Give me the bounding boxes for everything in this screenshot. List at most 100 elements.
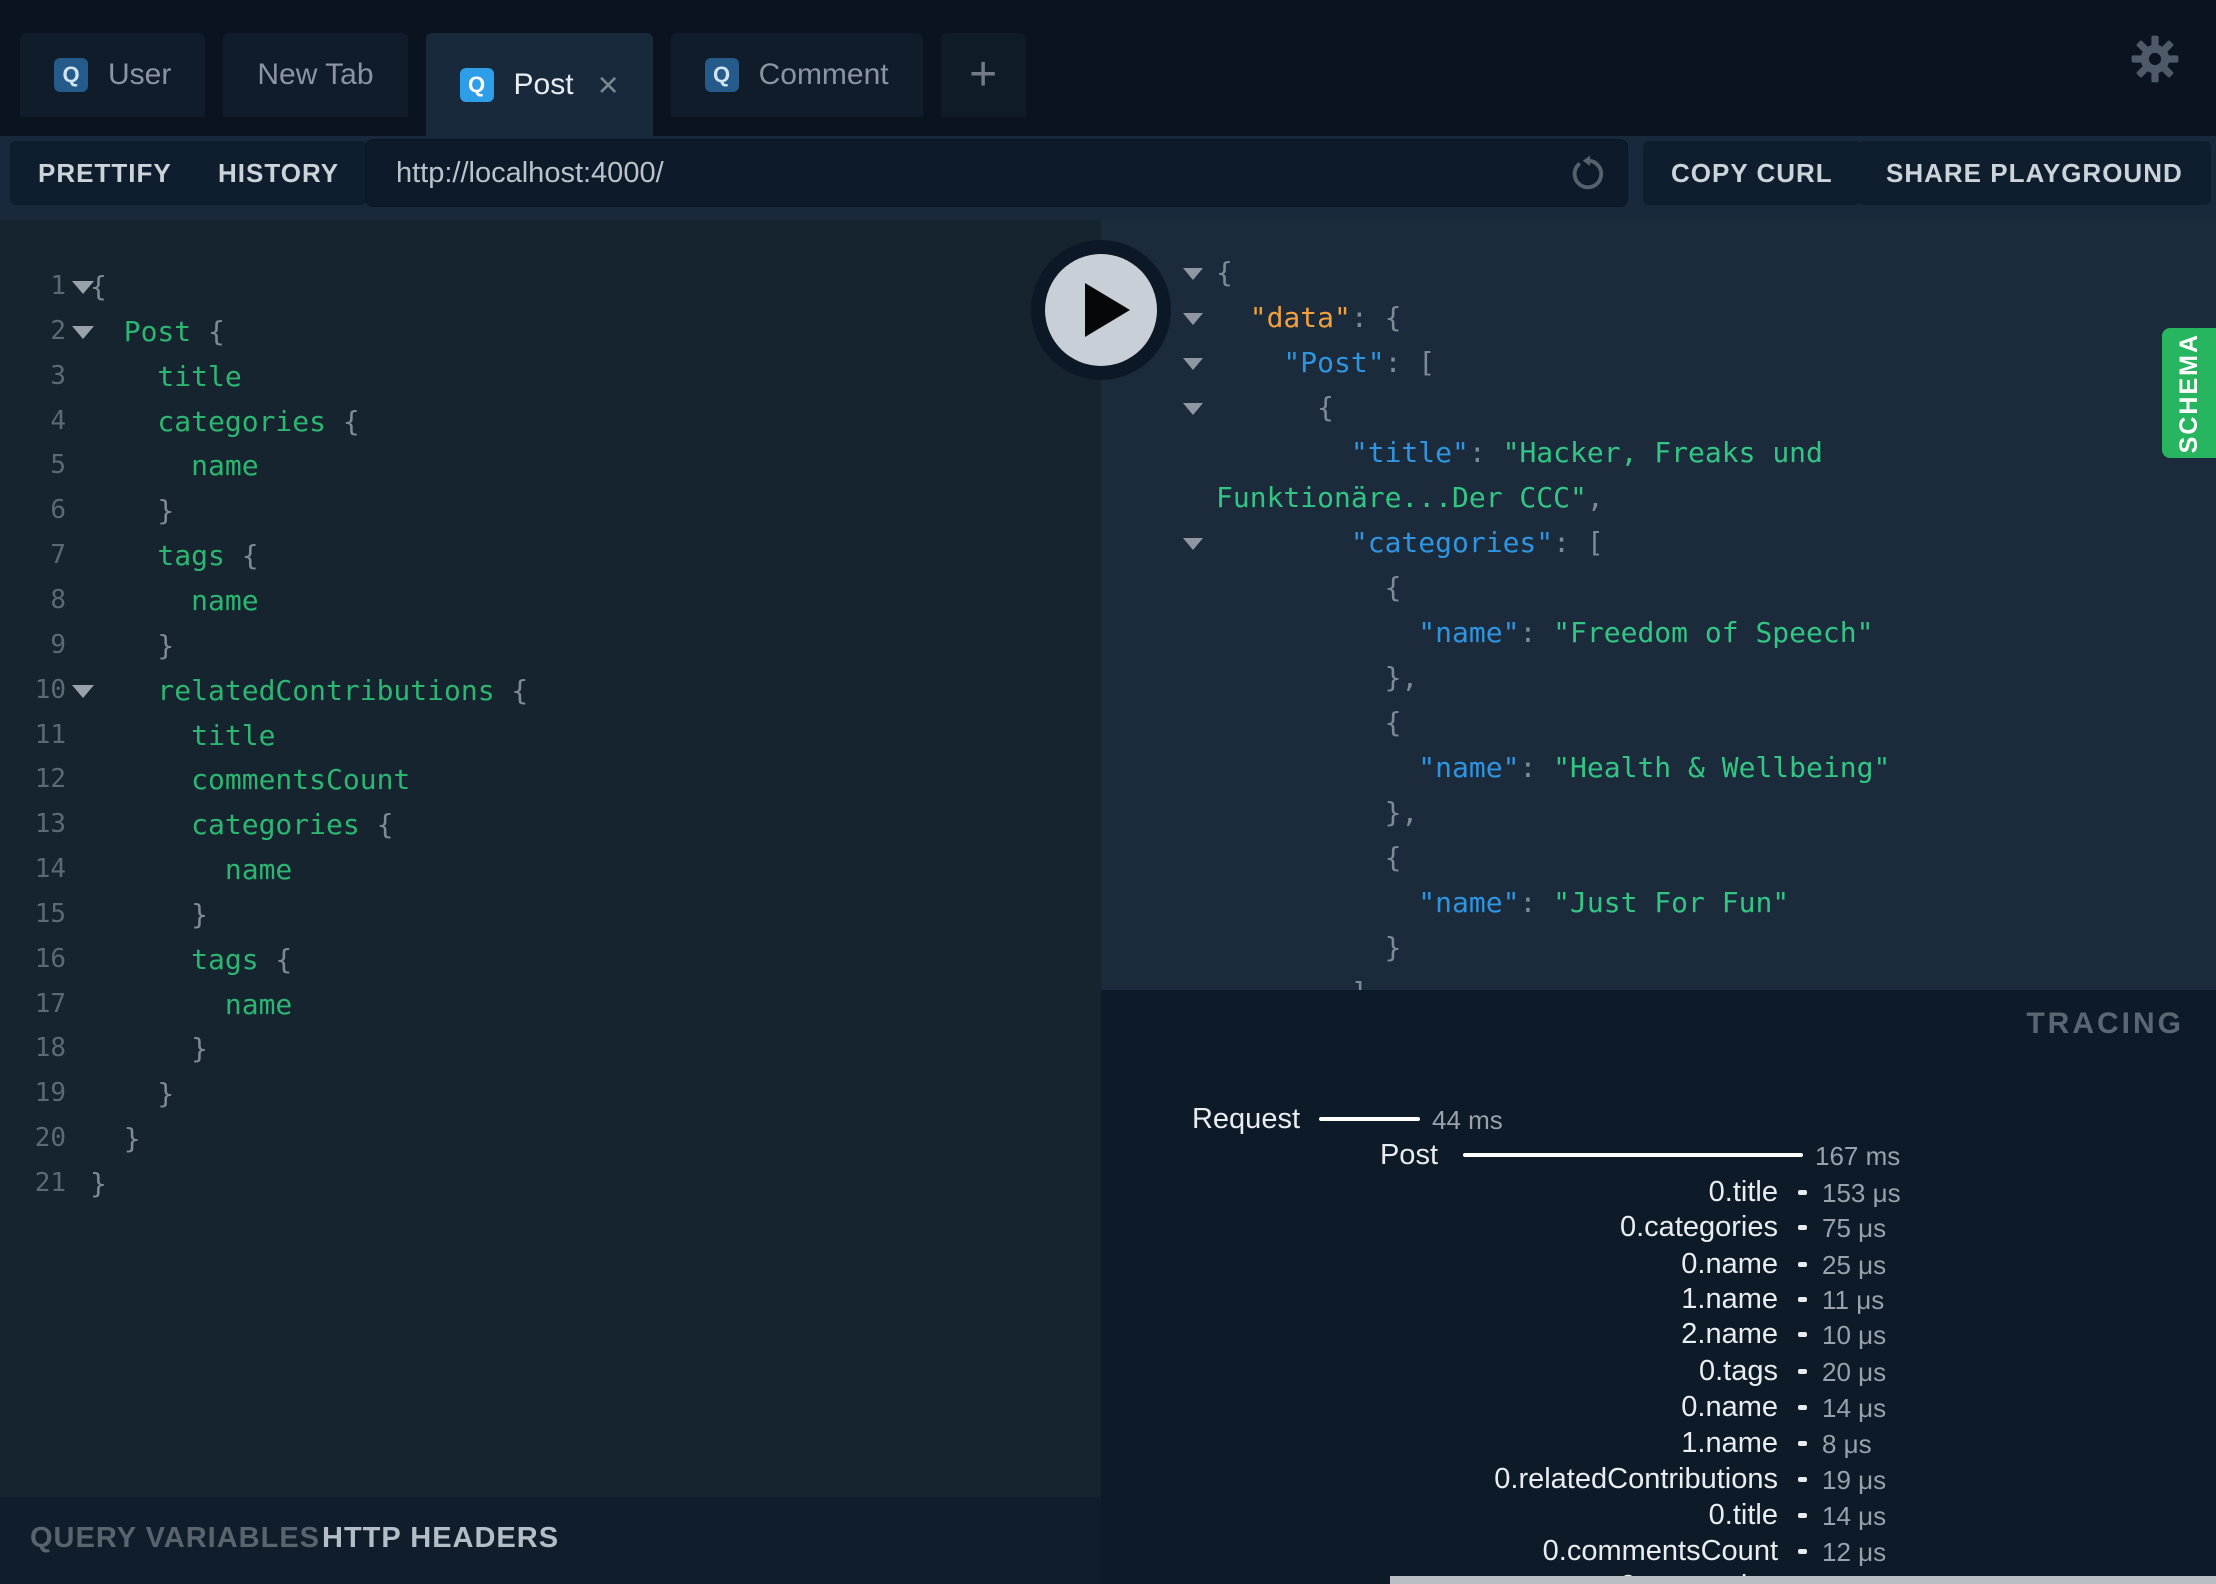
trace-duration-dash xyxy=(1798,1513,1807,1518)
endpoint-url-input[interactable] xyxy=(366,140,1627,206)
editor-line-21: 21} xyxy=(0,1161,1101,1206)
trace-label: 0.name xyxy=(1681,1391,1778,1423)
trace-label: Request xyxy=(1191,1103,1300,1135)
editor-line-2: 2 Post { xyxy=(0,309,1101,354)
code-token: } xyxy=(90,1122,141,1156)
code-token: "categories" xyxy=(1216,526,1554,559)
code-token: { xyxy=(90,270,107,303)
code-token: { xyxy=(258,942,293,976)
trace-value: 12 μs xyxy=(1822,1537,1887,1567)
editor-line-15: 15 } xyxy=(0,892,1101,937)
code-text: name xyxy=(90,982,292,1027)
tab-comment[interactable]: Q Comment xyxy=(670,33,923,117)
code-text: }, xyxy=(1216,790,1419,835)
code-text: Funktionäre...Der CCC", xyxy=(1216,475,1604,520)
code-token: "name" xyxy=(1216,886,1520,919)
line-number: 1 xyxy=(50,271,66,301)
query-badge: Q xyxy=(54,58,88,92)
trace-duration-dash xyxy=(1798,1441,1807,1446)
trace-value: 11 μs xyxy=(1822,1285,1885,1315)
fold-arrow-icon[interactable] xyxy=(1183,403,1203,415)
tab-post[interactable]: Q Post × xyxy=(425,33,653,136)
new-tab-button[interactable]: + xyxy=(940,33,1026,117)
share-playground-button[interactable]: SHARE PLAYGROUND xyxy=(1858,141,2211,205)
editor-line-20: 20 } xyxy=(0,1116,1101,1161)
editor-line-9: 9 } xyxy=(0,623,1101,668)
tab-user[interactable]: Q User xyxy=(20,33,206,117)
editor-line-19: 19 } xyxy=(0,1071,1101,1116)
schema-side-tab[interactable]: SCHEMA xyxy=(2162,328,2216,458)
copy-curl-button[interactable]: COPY CURL xyxy=(1643,141,1861,205)
schema-side-tab-label: SCHEMA xyxy=(2174,332,2203,454)
code-token: { xyxy=(224,539,259,573)
graphql-playground-window: Q User New Tab Q Post × Q Comment + PRETTIFY xyxy=(0,0,2216,1584)
line-number: 13 xyxy=(34,809,66,840)
trace-row: 0.title 153 μs xyxy=(1101,1174,2216,1210)
code-token: tags xyxy=(90,539,225,573)
editor-line-14: 14 name xyxy=(0,847,1101,892)
code-text: name xyxy=(90,847,292,892)
code-token: "Just For Fun" xyxy=(1553,886,1790,919)
trace-row: 0.commentsCount 12 μs xyxy=(1101,1533,2216,1569)
editor-line-12: 12 commentsCount xyxy=(0,757,1101,802)
response-line: "name": "Just For Fun" xyxy=(1101,880,2216,925)
code-token: , xyxy=(1586,481,1604,514)
trace-value: 14 μs xyxy=(1822,1393,1887,1423)
trace-value: 10 μs xyxy=(1822,1320,1887,1350)
trace-row: 2.name 10 μs xyxy=(1101,1316,2216,1352)
code-token: { xyxy=(1216,571,1402,604)
tracing-horizontal-scrollbar[interactable] xyxy=(1390,1576,2216,1584)
code-text: categories { xyxy=(90,802,393,847)
code-token: name xyxy=(90,853,293,887)
code-text: categories { xyxy=(90,399,359,444)
code-token: Funktionäre...Der CCC" xyxy=(1216,481,1587,514)
code-text: "name": "Health & Wellbeing" xyxy=(1216,745,1890,790)
execute-query-button[interactable] xyxy=(1031,240,1171,380)
response-line: "Post": [ xyxy=(1101,340,2216,385)
code-token: } xyxy=(90,1032,209,1066)
tab-new-tab[interactable]: New Tab xyxy=(223,33,408,117)
trace-value: 75 μs xyxy=(1822,1213,1887,1243)
editor-line-11: 11 title xyxy=(0,713,1101,758)
code-token: { xyxy=(1216,706,1402,739)
code-token: { xyxy=(1216,841,1402,874)
refresh-icon xyxy=(1572,155,1604,190)
trace-duration-dash xyxy=(1798,1405,1807,1410)
line-number: 5 xyxy=(50,450,66,481)
code-token: "name" xyxy=(1216,616,1520,649)
reload-schema-button[interactable] xyxy=(1567,153,1609,195)
history-button[interactable]: HISTORY xyxy=(190,141,368,205)
query-variables-tab[interactable]: QUERY VARIABLES xyxy=(30,1522,320,1555)
line-number: 12 xyxy=(34,764,66,795)
close-tab-icon[interactable]: × xyxy=(598,66,619,103)
code-text: "Post": [ xyxy=(1216,340,1435,385)
fold-arrow-icon[interactable] xyxy=(1183,538,1203,550)
fold-arrow-icon[interactable] xyxy=(1183,313,1203,325)
trace-duration-dash xyxy=(1798,1190,1807,1195)
trace-duration-bar xyxy=(1463,1153,1803,1157)
code-text: { xyxy=(1216,250,1233,295)
code-token: { xyxy=(191,314,225,348)
code-token: { xyxy=(1216,391,1335,424)
code-text: name xyxy=(90,443,258,488)
code-token: Post xyxy=(90,314,192,348)
trace-label: 0.title xyxy=(1708,1499,1778,1531)
code-token: : [ xyxy=(1384,346,1436,379)
code-token: : xyxy=(1519,751,1554,784)
response-line: "categories": [ xyxy=(1101,520,2216,565)
settings-button[interactable] xyxy=(2128,32,2182,86)
fold-arrow-icon[interactable] xyxy=(1183,358,1203,370)
query-badge: Q xyxy=(459,67,494,102)
code-text: "name": "Just For Fun" xyxy=(1216,880,1789,925)
http-headers-tab[interactable]: HTTP HEADERS xyxy=(322,1522,559,1555)
editor-line-1: 1{ xyxy=(0,264,1101,309)
code-token: } xyxy=(90,1077,175,1111)
code-text: } xyxy=(90,488,174,533)
code-token: : xyxy=(1468,436,1503,469)
query-editor[interactable]: 1{2 Post {3 title 4 categories {5 name 6 }… xyxy=(0,220,1101,1497)
code-token: categories xyxy=(90,808,360,842)
response-line: } xyxy=(1101,925,2216,970)
fold-arrow-icon[interactable] xyxy=(1183,268,1203,280)
code-text: Post { xyxy=(90,309,225,354)
prettify-button[interactable]: PRETTIFY xyxy=(10,141,200,205)
